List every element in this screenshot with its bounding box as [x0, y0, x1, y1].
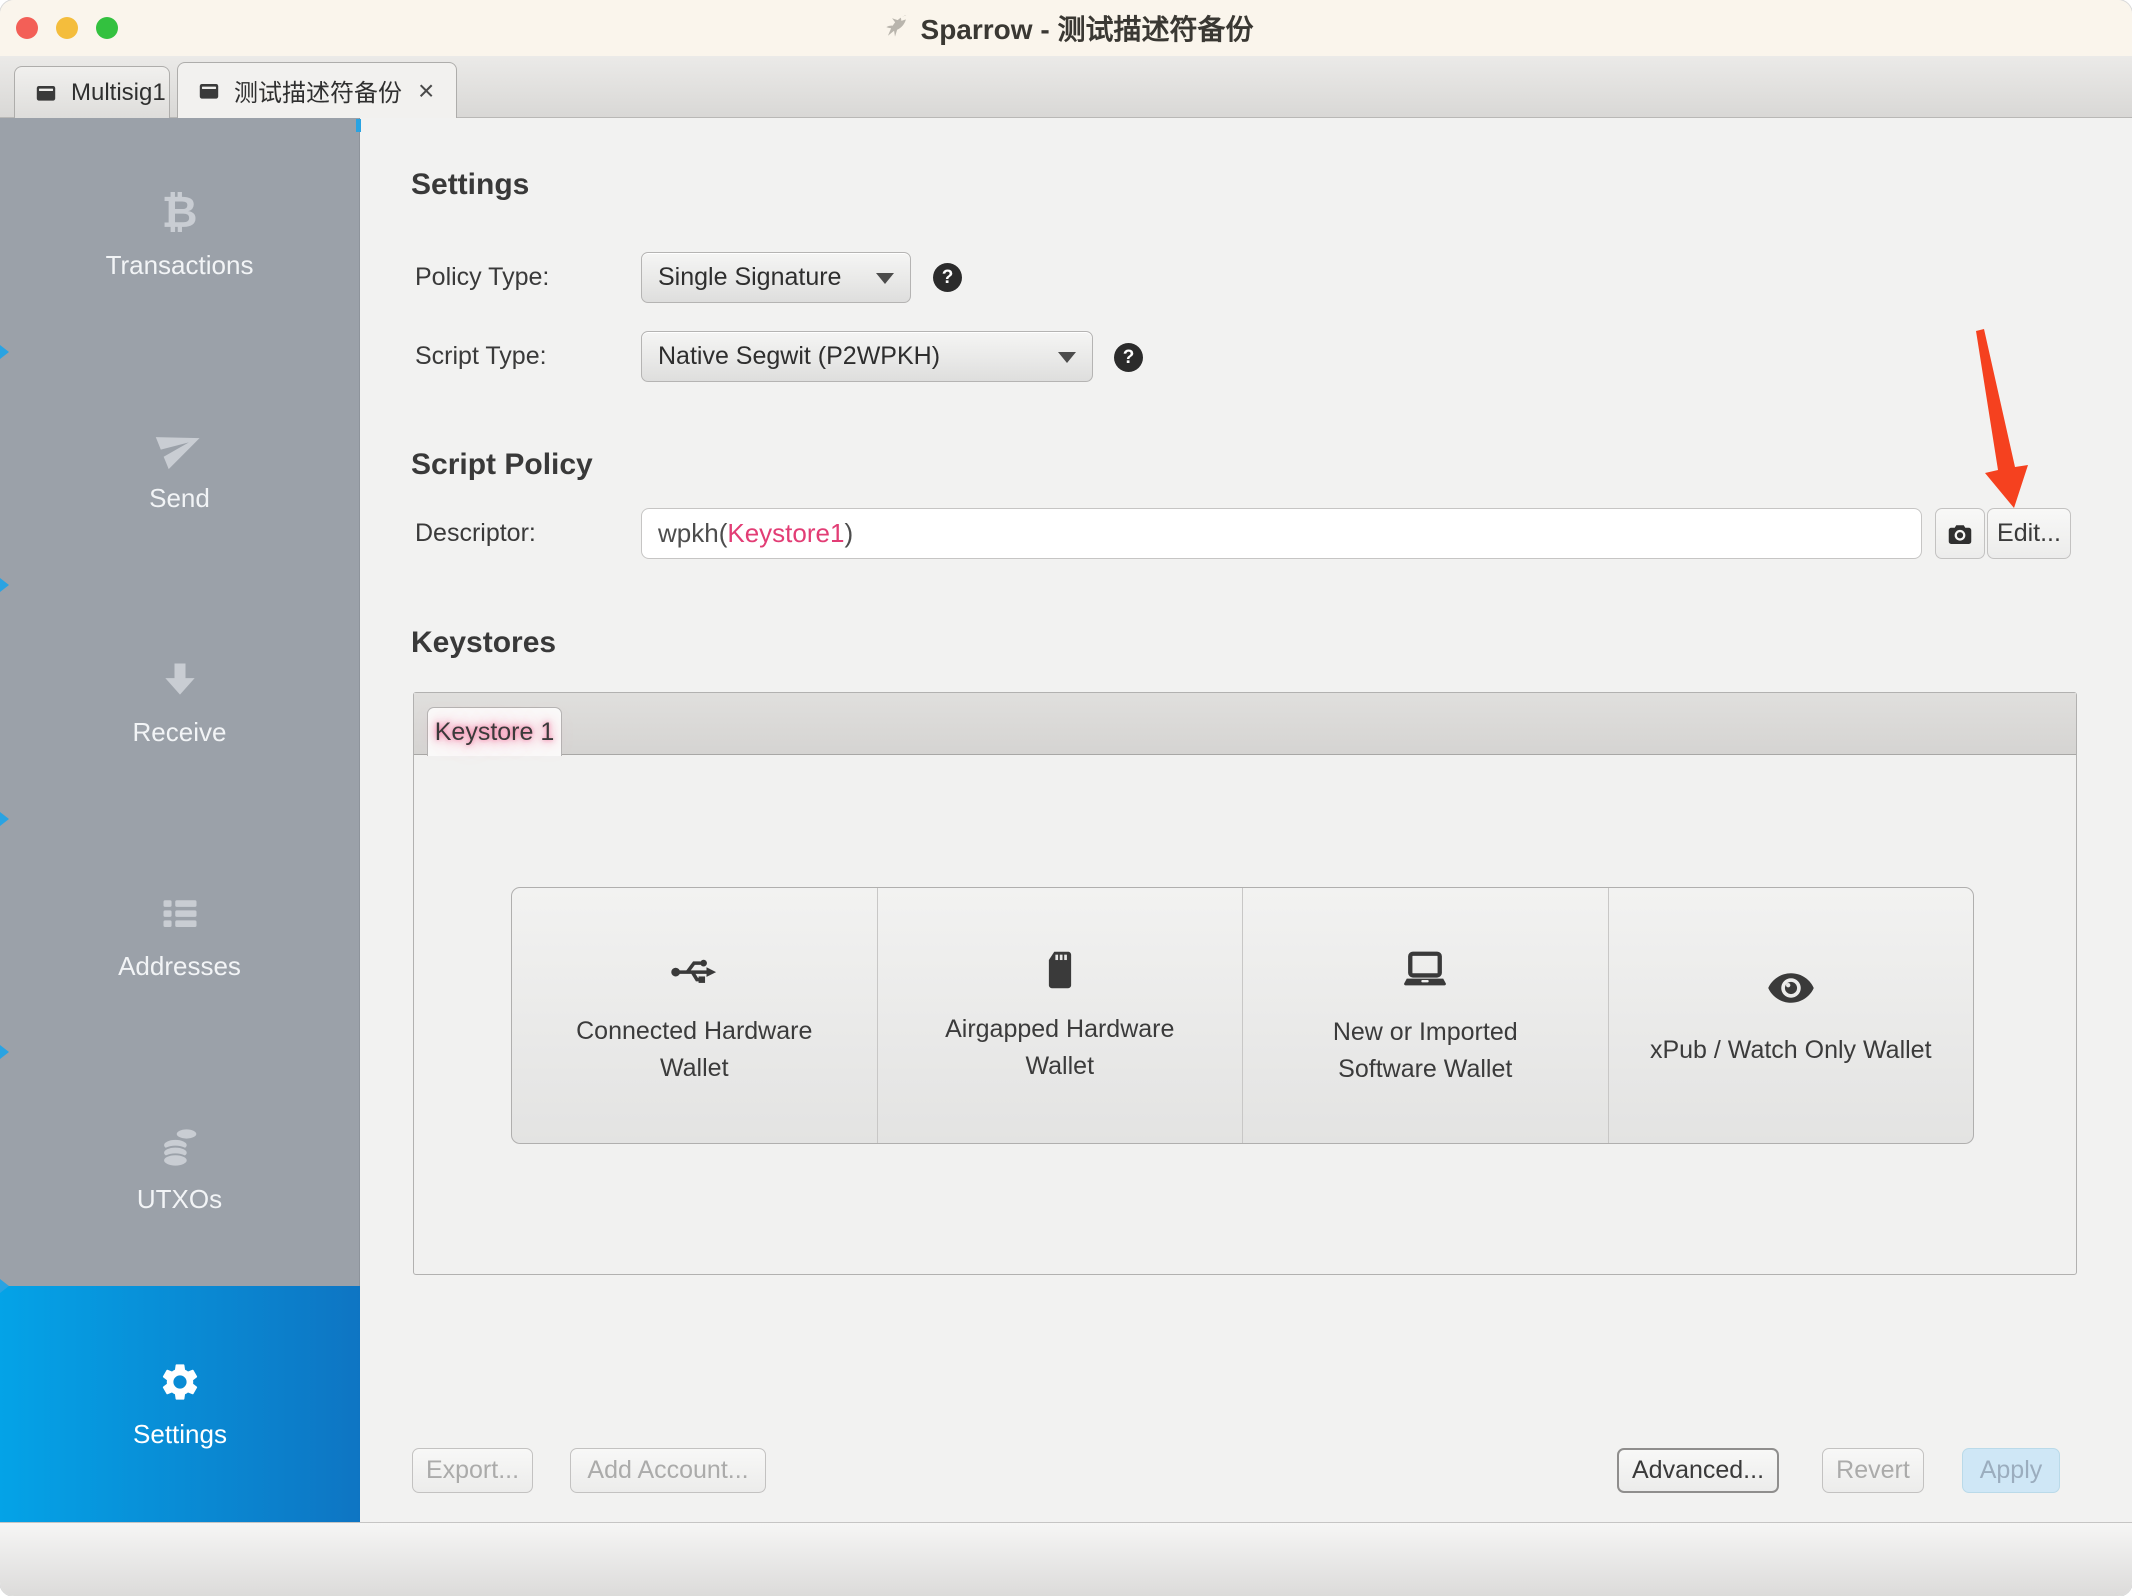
usb-icon: [669, 945, 719, 995]
coins-icon: [156, 1123, 204, 1171]
statusbar: [0, 1522, 2132, 1596]
policy-type-help-icon[interactable]: ?: [933, 263, 962, 292]
descriptor-keystore: Keystore1: [727, 518, 845, 548]
window-title: Sparrow - 测试描述符备份: [920, 14, 1254, 45]
gear-icon: [156, 1358, 204, 1406]
option-label: New or Imported Software Wallet: [1332, 1018, 1518, 1083]
laptop-icon: [1399, 944, 1451, 996]
tab-keystore1[interactable]: Keystore 1: [427, 707, 562, 756]
software-wallet-button[interactable]: New or Imported Software Wallet: [1242, 888, 1608, 1143]
sidebar-section-marker-icon: [0, 1279, 9, 1293]
sidebar-item-receive[interactable]: Receive: [0, 585, 359, 819]
sidebar-item-label: UTXOs: [136, 1184, 223, 1215]
wallet-settings-content: Settings Policy Type: Single Signature ?…: [361, 118, 2132, 1522]
script-type-label: Script Type:: [415, 342, 547, 370]
descriptor-suffix: ): [844, 518, 854, 548]
sidebar: ₿ Transactions Send Receive Addresses UT…: [0, 118, 360, 1522]
sd-card-icon: [1037, 947, 1083, 993]
sidebar-section-marker-icon: [0, 1045, 9, 1060]
keystore-tabbar: [414, 693, 2076, 755]
option-label: Airgapped Hardware Wallet: [945, 1015, 1175, 1080]
connected-hardware-wallet-button[interactable]: Connected Hardware Wallet: [512, 888, 877, 1143]
arrow-down-icon: [156, 656, 204, 704]
script-type-value: Native Segwit (P2WPKH): [658, 342, 941, 370]
apply-button[interactable]: Apply: [1962, 1448, 2060, 1493]
list-icon: [156, 890, 204, 938]
airgapped-hardware-wallet-button[interactable]: Airgapped Hardware Wallet: [876, 888, 1243, 1143]
script-policy-heading: Script Policy: [411, 448, 593, 481]
tab-close-icon[interactable]: ×: [418, 76, 434, 105]
sidebar-item-settings[interactable]: Settings: [0, 1286, 360, 1522]
sidebar-item-label: Settings: [133, 1419, 227, 1449]
keystores-panel: Keystore 1 Connected Hardware Wallet Air…: [413, 692, 2077, 1275]
tab-label: 测试描述符备份: [234, 80, 402, 107]
sidebar-section-marker-icon: [0, 811, 9, 826]
add-account-button[interactable]: Add Account...: [570, 1448, 766, 1493]
titlebar: Sparrow - 测试描述符备份: [0, 0, 2132, 56]
keystore-source-options: Connected Hardware Wallet Airgapped Hard…: [511, 887, 1974, 1144]
advanced-button[interactable]: Advanced...: [1617, 1448, 1779, 1493]
tab-test-descriptor-backup[interactable]: 测试描述符备份 ×: [177, 62, 457, 118]
wallet-icon: [196, 78, 222, 104]
sidebar-item-label: Receive: [132, 716, 227, 747]
sidebar-item-label: Send: [149, 483, 210, 514]
policy-type-dropdown[interactable]: Single Signature: [641, 252, 911, 303]
send-icon: [155, 422, 204, 470]
sparrow-window: Sparrow - 测试描述符备份 Multisig1 测试描述符备份 × ₿ …: [0, 0, 2132, 1596]
policy-type-value: Single Signature: [658, 263, 842, 291]
sidebar-item-label: Addresses: [118, 950, 241, 981]
tab-label: Multisig1: [71, 78, 166, 106]
camera-icon: [1945, 519, 1975, 549]
policy-type-label: Policy Type:: [415, 263, 550, 291]
descriptor-prefix: wpkh(: [658, 518, 728, 548]
sidebar-item-send[interactable]: Send: [0, 352, 359, 586]
option-label: xPub / Watch Only Wallet: [1649, 1036, 1932, 1065]
option-label: Connected Hardware Wallet: [576, 1017, 813, 1082]
revert-button[interactable]: Revert: [1822, 1448, 1924, 1493]
descriptor-edit-button[interactable]: Edit...: [1987, 508, 2071, 559]
sidebar-item-utxos[interactable]: UTXOs: [0, 1052, 359, 1286]
sparrow-logo-icon: [879, 12, 911, 44]
descriptor-field[interactable]: wpkh(Keystore1): [641, 508, 1922, 559]
xpub-watch-only-wallet-button[interactable]: xPub / Watch Only Wallet: [1607, 888, 1974, 1143]
sidebar-item-transactions[interactable]: ₿ Transactions: [0, 118, 359, 352]
chevron-down-icon: [876, 272, 894, 284]
tab-multisig1[interactable]: Multisig1: [14, 66, 170, 118]
bitcoin-icon: ₿: [161, 187, 198, 237]
wallet-icon: [33, 80, 59, 106]
eye-icon: [1765, 962, 1817, 1014]
descriptor-qr-camera-button[interactable]: [1935, 508, 1985, 559]
sidebar-section-marker-icon: [0, 344, 9, 359]
descriptor-label: Descriptor:: [415, 519, 536, 547]
wallet-tabstrip: Multisig1 测试描述符备份 ×: [0, 56, 2132, 118]
sidebar-item-addresses[interactable]: Addresses: [0, 819, 359, 1053]
script-type-help-icon[interactable]: ?: [1114, 343, 1143, 372]
export-button[interactable]: Export...: [412, 1448, 533, 1493]
chevron-down-icon: [1058, 351, 1076, 363]
sidebar-item-label: Transactions: [105, 249, 254, 280]
sidebar-section-marker-icon: [0, 578, 9, 593]
script-type-dropdown[interactable]: Native Segwit (P2WPKH): [641, 331, 1093, 382]
settings-heading: Settings: [411, 168, 530, 201]
keystores-heading: Keystores: [411, 626, 557, 659]
